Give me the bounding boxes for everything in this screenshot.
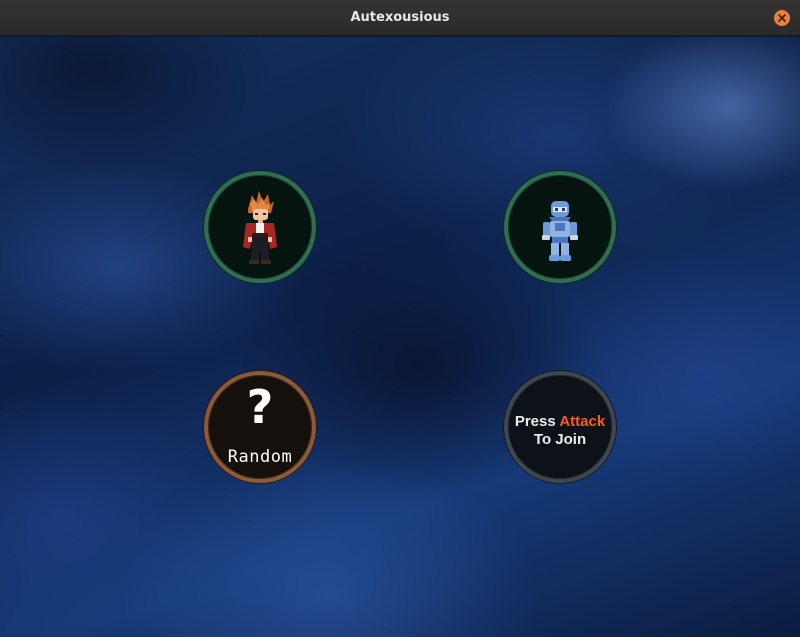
random-label: Random bbox=[227, 447, 293, 467]
player-slot-2[interactable] bbox=[504, 171, 616, 283]
character-select-screen: ? Random Press Attack To Join bbox=[0, 37, 800, 637]
player-slot-3-random[interactable]: ? Random bbox=[204, 371, 316, 483]
prompt-line-1: Press Attack bbox=[508, 413, 612, 431]
red-haired-fighter-sprite bbox=[243, 191, 277, 264]
close-button[interactable] bbox=[774, 10, 790, 26]
press-attack-prompt: Press Attack To Join bbox=[508, 413, 612, 449]
close-icon bbox=[778, 14, 786, 22]
prompt-line-2: To Join bbox=[533, 431, 587, 448]
player-slot-1[interactable] bbox=[204, 171, 316, 283]
blue-armored-robot-sprite bbox=[542, 201, 578, 261]
player-slot-4-join[interactable]: Press Attack To Join bbox=[504, 371, 616, 483]
prompt-attack: Attack bbox=[559, 413, 606, 430]
title-bar: Autexousious bbox=[0, 0, 800, 36]
question-mark-icon: ? bbox=[246, 380, 274, 434]
window-title: Autexousious bbox=[350, 10, 450, 25]
prompt-press: Press bbox=[514, 413, 560, 430]
